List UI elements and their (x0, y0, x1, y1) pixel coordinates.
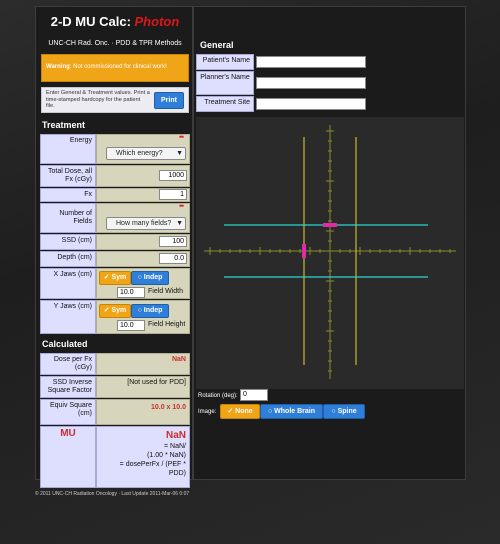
depth-label: Depth (cm) (40, 251, 96, 267)
image-option-none-label: None (235, 408, 253, 415)
planner-name-label: Planner's Name (196, 71, 254, 95)
chevron-down-icon: ▼ (176, 150, 183, 157)
image-option-whole-brain[interactable]: ○ Whole Brain (260, 404, 323, 419)
patient-name-input[interactable] (256, 56, 366, 68)
ssd-isf-label: SSD Inverse Square Factor (40, 376, 96, 398)
mu-value: NaN (165, 430, 186, 441)
patient-name-label: Patient's Name (196, 54, 254, 70)
field-height-label: Field Height (148, 321, 186, 328)
treatment-heading: Treatment (38, 118, 90, 132)
dose-per-fx-value: NaN (96, 353, 190, 375)
y-jaws-sym-label: Sym (111, 307, 127, 314)
mu-formula-line-1: = NaN/ (164, 443, 186, 450)
app-title-prefix: 2-D MU Calc: (50, 14, 135, 29)
num-fields-label: Number of Fields (40, 203, 96, 233)
x-jaws-indep-toggle[interactable]: ○ Indep (131, 271, 169, 285)
energy-select[interactable]: Which energy? ▼ (106, 147, 186, 160)
ssd-label: SSD (cm) (40, 234, 96, 250)
treatment-site-input[interactable] (256, 98, 366, 110)
left-panel: 2-D MU Calc: Photon UNC-CH Rad. Onc. · P… (35, 6, 193, 488)
equiv-square-value: 10.0 x 10.0 (96, 399, 190, 425)
energy-required-mark: *** (179, 136, 184, 142)
ssd-input[interactable]: 100 (159, 236, 187, 247)
field-width-label: Field Width (148, 288, 184, 295)
num-fields-select[interactable]: How many fields? ▼ (106, 217, 186, 230)
general-heading: General (196, 38, 238, 52)
app-subtitle: UNC-CH Rad. Onc. · PDD & TPR Methods (48, 40, 182, 47)
beam-eye-view-svg (204, 125, 456, 379)
image-option-spine-label: Spine (337, 408, 357, 415)
app-title-accent: Photon (134, 14, 180, 29)
mu-formula-line-4: PDD) (168, 470, 186, 477)
fx-input[interactable]: 1 (159, 189, 187, 200)
beam-eye-view-canvas[interactable] (196, 117, 464, 389)
right-panel: General Patient's Name Planner's Name Tr… (193, 6, 466, 480)
central-axes (204, 125, 456, 379)
field-width-input[interactable]: 10.0 (117, 287, 145, 298)
y-jaws-indep-toggle[interactable]: ○ Indep (131, 304, 169, 318)
chevron-down-icon: ▼ (176, 220, 183, 227)
top-jaw-handle[interactable] (323, 223, 337, 227)
rotation-label: Rotation (deg): (198, 393, 238, 399)
image-option-none[interactable]: ✓ None (220, 404, 260, 419)
mu-formula-line-3: = dosePerFx / (PEF * (119, 461, 186, 468)
mu-result: NaN = NaN/ (1.00 * NaN) = dosePerFx / (P… (96, 426, 190, 488)
planner-name-input[interactable] (256, 77, 366, 89)
num-fields-select-value: How many fields? (116, 220, 172, 227)
field-height-input[interactable]: 10.0 (117, 320, 145, 331)
print-info-box: Enter General & Treatment values. Print … (41, 87, 189, 113)
mu-formula-line-2: (1.00 * NaN) (147, 452, 186, 459)
warning-bold: Warning (46, 64, 70, 70)
fx-label: Fx (40, 188, 96, 202)
app-title: 2-D MU Calc: Photon (39, 14, 191, 29)
rotation-input[interactable]: 0 (240, 389, 268, 401)
mu-label: MU (40, 426, 96, 488)
ssd-isf-value: [Not used for PDD] (96, 376, 190, 398)
image-option-whole-brain-label: Whole Brain (274, 408, 316, 415)
print-info-text: Enter General & Treatment values. Print … (46, 90, 150, 109)
treatment-site-label: Treatment Site (196, 96, 254, 112)
footer-text: © 2011 UNC-CH Radiation Oncology · Last … (35, 491, 190, 497)
total-dose-label: Total Dose, all Fx (cGy) (40, 165, 96, 187)
x-jaws-indep-label: Indep (143, 274, 163, 281)
equiv-square-label: Equiv Square (cm) (40, 399, 96, 425)
warning-banner: Warning: Not commissioned for clinical w… (41, 54, 189, 82)
calculated-heading: Calculated (38, 337, 92, 351)
energy-label: Energy (40, 134, 96, 164)
mu-label-text: MU (60, 428, 76, 439)
y-jaws-indep-label: Indep (143, 307, 163, 314)
warning-text: : Not commissioned for clinical work! (69, 64, 167, 70)
x-jaws-sym-label: Sym (111, 274, 127, 281)
x-jaws-label: X Jaws (cm) (40, 268, 96, 299)
depth-input[interactable]: 0.0 (159, 253, 187, 264)
num-fields-required-mark: *** (179, 205, 184, 211)
y-jaws-sym-toggle[interactable]: ✓ Sym (99, 304, 131, 318)
total-dose-input[interactable]: 1000 (159, 170, 187, 181)
image-label: Image: (198, 409, 217, 415)
y-jaws-label: Y Jaws (cm) (40, 300, 96, 334)
dose-per-fx-label: Dose per Fx (cGy) (40, 353, 96, 375)
x-jaws-sym-toggle[interactable]: ✓ Sym (99, 271, 131, 285)
energy-select-value: Which energy? (116, 150, 163, 157)
image-option-spine[interactable]: ○ Spine (323, 404, 365, 419)
print-button[interactable]: Print (154, 92, 184, 109)
left-jaw-handle[interactable] (302, 244, 306, 258)
